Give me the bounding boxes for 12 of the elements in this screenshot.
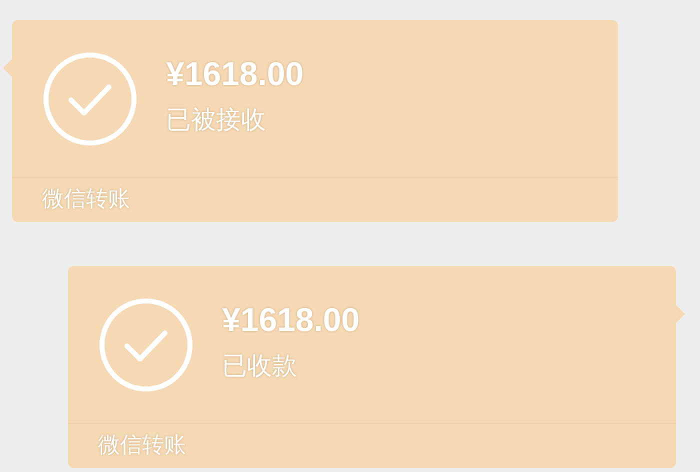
transfer-bubble[interactable]: ¥1618.00 已收款 微信转账 xyxy=(68,266,676,468)
bubble-tail-icon xyxy=(675,304,685,324)
bubble-tail-icon xyxy=(3,58,13,78)
transfer-status: 已收款 xyxy=(222,350,298,382)
transfer-amount: ¥1618.00 xyxy=(222,300,360,340)
transfer-label: 微信转账 xyxy=(98,432,186,460)
transfer-amount: ¥1618.00 xyxy=(166,54,304,94)
transfer-bubble[interactable]: ¥1618.00 已被接收 微信转账 xyxy=(12,20,618,222)
transfer-status: 已被接收 xyxy=(166,104,267,136)
transfer-label: 微信转账 xyxy=(42,186,130,214)
check-circle-icon xyxy=(98,296,194,392)
check-circle-icon xyxy=(42,50,138,146)
